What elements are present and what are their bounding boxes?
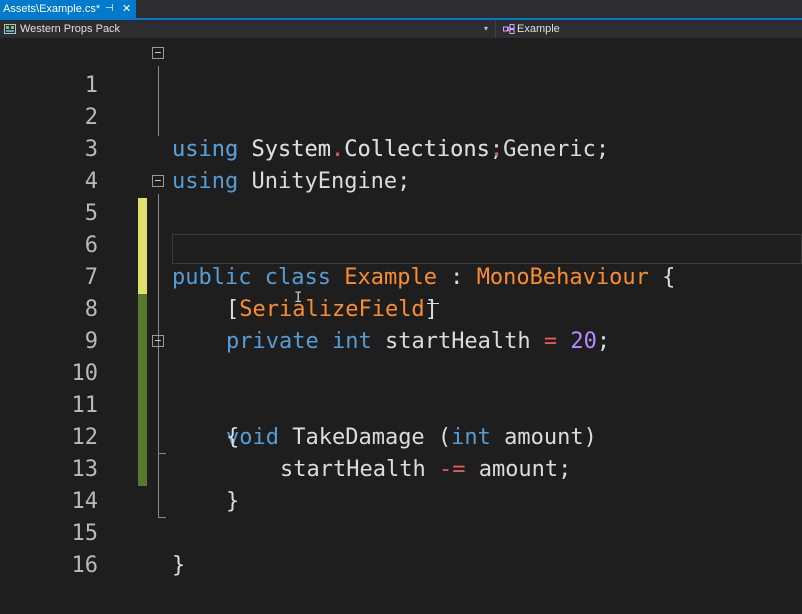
code-line-10: 10 void TakeDamage (int amount)	[0, 326, 802, 450]
class-icon	[503, 24, 515, 34]
code-line-9: 9	[0, 294, 802, 354]
text-caret	[427, 303, 439, 304]
navigation-bar: Western Props Pack ▾ Example	[0, 20, 802, 38]
code-line-7: 7 [SerializeField]	[0, 230, 802, 322]
code-editor[interactable]: 1 using System.Collections; 2 using Syst…	[0, 38, 802, 598]
fold-toggle-icon[interactable]	[152, 47, 164, 59]
code-line-4: 4	[0, 134, 802, 194]
code-line-15: 15 }	[0, 486, 802, 578]
pin-icon[interactable]: ⊣	[105, 0, 114, 18]
ibeam-cursor-icon: I	[294, 290, 303, 306]
code-line-8: 8 private int startHealth = 20;	[0, 262, 802, 354]
tab-title: Assets\Example.cs*	[3, 3, 101, 15]
code-line-6: 6	[0, 198, 802, 258]
code-line-3: 3 using UnityEngine;	[0, 102, 802, 194]
code-line-1: 1 using System.Collections;	[0, 38, 802, 162]
class-label: Example	[517, 23, 560, 35]
code-line-16: 16	[0, 518, 802, 578]
project-icon	[4, 24, 16, 34]
fold-toggle-icon[interactable]	[152, 175, 164, 187]
close-icon[interactable]: ✕	[122, 0, 131, 18]
chevron-down-icon[interactable]: ▾	[484, 20, 488, 38]
code-line-14: 14	[0, 454, 802, 514]
code-line-2: 2 using System.Collections.Generic;	[0, 70, 802, 162]
tab-example-cs[interactable]: Assets\Example.cs* ⊣ ✕	[0, 0, 136, 18]
project-label: Western Props Pack	[20, 23, 121, 35]
code-line-5: 5 public class Example : MonoBehaviour {	[0, 166, 802, 290]
tab-bar: Assets\Example.cs* ⊣ ✕	[0, 0, 802, 18]
code-line-12: 12 startHealth -= amount;	[0, 390, 802, 482]
code-line-11: 11 {	[0, 358, 802, 450]
fold-toggle-icon[interactable]	[152, 335, 164, 347]
project-dropdown[interactable]: Western Props Pack ▾	[0, 20, 496, 38]
code-line-13: 13 }	[0, 422, 802, 514]
line-number: 16	[71, 553, 99, 578]
